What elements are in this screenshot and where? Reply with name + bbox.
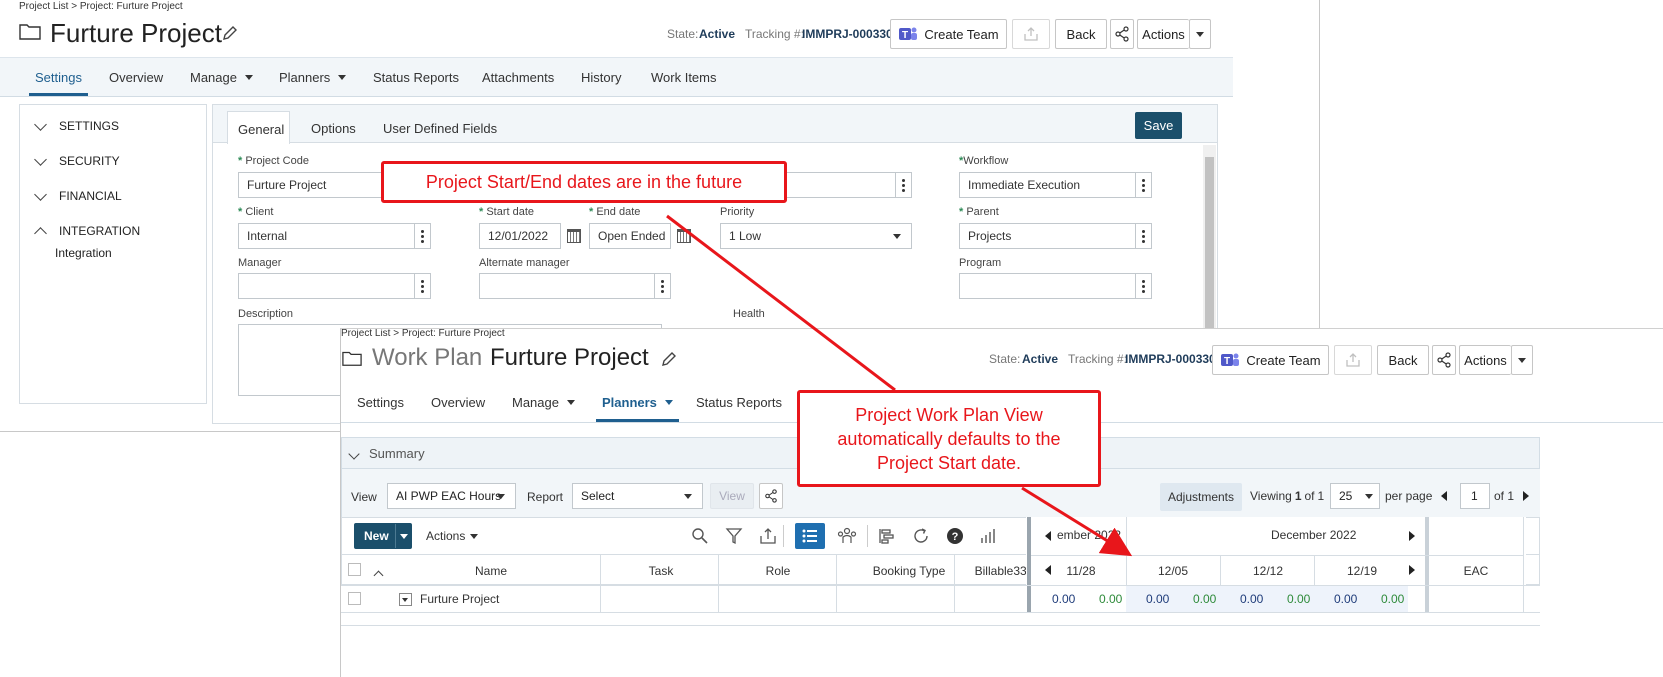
callout-dates: Project Start/End dates are in the futur…	[381, 161, 787, 203]
callout-workplan: Project Work Plan View automatically def…	[797, 390, 1101, 487]
arrow-line	[1021, 486, 1133, 557]
annotation-arrows	[666, 214, 1133, 557]
arrow-line	[666, 214, 896, 392]
